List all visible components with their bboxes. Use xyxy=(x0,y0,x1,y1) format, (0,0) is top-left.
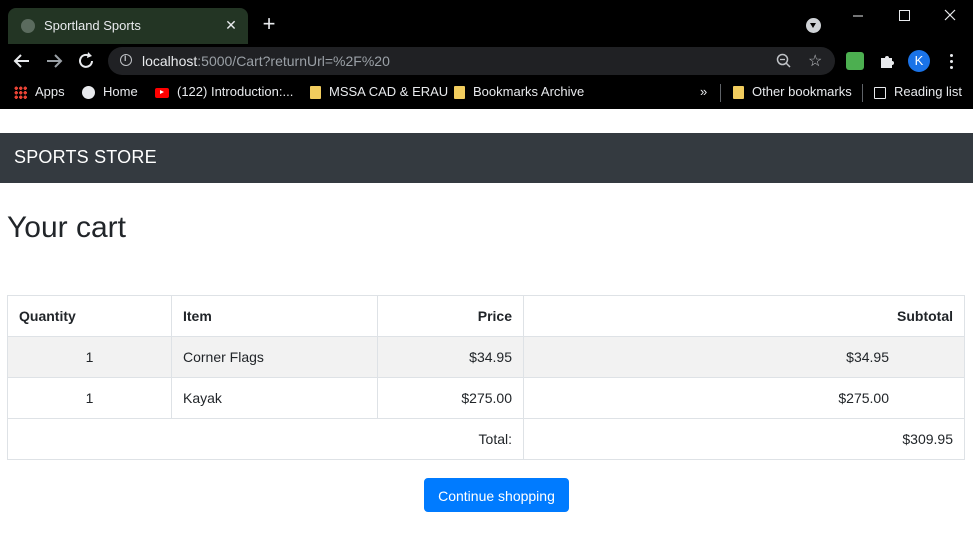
bookmark-label: Apps xyxy=(35,84,65,99)
folder-icon xyxy=(733,86,744,100)
table-row: 1 Corner Flags $34.95 $34.95 xyxy=(7,336,965,378)
new-tab-button[interactable]: + xyxy=(258,13,280,36)
zoom-icon[interactable] xyxy=(776,53,792,74)
browser-menu-icon[interactable] xyxy=(946,52,956,70)
bookmark-label: Bookmarks Archive xyxy=(473,84,585,99)
cell-subtotal: $275.00 xyxy=(523,377,965,419)
cell-quantity: 1 xyxy=(7,336,172,378)
tab-title: Sportland Sports xyxy=(44,18,141,33)
site-info-icon[interactable] xyxy=(120,53,132,66)
maximize-icon xyxy=(899,10,910,21)
minimize-icon xyxy=(853,15,863,17)
window-close-button[interactable] xyxy=(930,4,970,28)
cell-price: $34.95 xyxy=(377,336,524,378)
maximize-button[interactable] xyxy=(884,4,924,28)
tab-search-icon[interactable] xyxy=(806,18,821,33)
total-row: Total: $309.95 xyxy=(7,418,965,460)
extensions-puzzle-icon[interactable] xyxy=(878,52,896,70)
total-label: Total: xyxy=(7,418,524,460)
header-price: Price xyxy=(377,295,524,337)
apps-grid-icon xyxy=(14,86,27,100)
site-brand[interactable]: SPORTS STORE xyxy=(14,147,157,168)
bookmarks-overflow-button[interactable]: » xyxy=(700,84,707,102)
address-bar[interactable]: localhost:5000/Cart?returnUrl=%2F%20 ☆ xyxy=(108,47,835,75)
page-top-spacer xyxy=(0,109,973,133)
url-text[interactable]: localhost:5000/Cart?returnUrl=%2F%20 xyxy=(142,53,390,69)
forward-button[interactable] xyxy=(42,49,66,73)
cell-price: $275.00 xyxy=(377,377,524,419)
bookmark-label: Other bookmarks xyxy=(752,84,852,99)
bookmark-youtube[interactable]: (122) Introduction:... xyxy=(155,84,293,102)
bookmark-star-icon[interactable]: ☆ xyxy=(808,51,822,71)
table-header-row: Quantity Item Price Subtotal xyxy=(7,295,965,337)
reading-list-button[interactable]: Reading list xyxy=(874,84,962,102)
reload-icon xyxy=(79,52,93,68)
folder-icon xyxy=(310,86,321,100)
cell-item: Corner Flags xyxy=(171,336,378,378)
close-icon[interactable]: ✕ xyxy=(222,16,240,34)
header-item: Item xyxy=(171,295,378,337)
arrow-left-icon xyxy=(13,54,29,68)
youtube-icon xyxy=(155,87,169,98)
printer-extension-icon[interactable] xyxy=(846,52,864,70)
url-path: :5000/Cart?returnUrl=%2F%20 xyxy=(197,53,390,69)
reload-button[interactable] xyxy=(74,49,98,73)
continue-shopping-button[interactable]: Continue shopping xyxy=(424,478,569,512)
close-window-icon xyxy=(944,9,956,21)
minimize-button[interactable] xyxy=(838,4,878,28)
url-host: localhost xyxy=(142,53,198,69)
browser-titlebar: Sportland Sports ✕ + xyxy=(0,0,973,44)
bookmarks-bar: Apps Home (122) Introduction:... MSSA CA… xyxy=(0,78,973,109)
profile-avatar[interactable]: K xyxy=(908,50,930,72)
cell-item: Kayak xyxy=(171,377,378,419)
table-row: 1 Kayak $275.00 $275.00 xyxy=(7,377,965,419)
bookmark-label: Home xyxy=(103,84,138,99)
bookmark-divider xyxy=(720,84,721,102)
arrow-right-icon xyxy=(47,54,63,68)
bookmark-home[interactable]: Home xyxy=(82,84,138,102)
site-navbar: SPORTS STORE xyxy=(0,133,973,183)
globe-icon xyxy=(21,19,35,33)
reading-list-icon xyxy=(874,86,886,99)
reading-list-label: Reading list xyxy=(894,84,962,99)
bookmark-label: (122) Introduction:... xyxy=(177,84,294,99)
header-subtotal: Subtotal xyxy=(523,295,965,337)
page-title: Your cart xyxy=(7,211,126,244)
back-button[interactable] xyxy=(10,49,34,73)
cart-table: Quantity Item Price Subtotal 1 Corner Fl… xyxy=(7,295,965,460)
bookmark-folder-archive[interactable]: Bookmarks Archive xyxy=(454,84,584,102)
bookmark-label: MSSA CAD & ERAU xyxy=(329,84,449,99)
cell-quantity: 1 xyxy=(7,377,172,419)
browser-tab[interactable]: Sportland Sports ✕ xyxy=(8,8,248,44)
header-quantity: Quantity xyxy=(7,295,172,337)
cell-subtotal: $34.95 xyxy=(523,336,965,378)
bookmark-apps[interactable]: Apps xyxy=(14,84,65,102)
bookmark-divider xyxy=(862,84,863,102)
folder-icon xyxy=(454,86,465,100)
bookmark-folder-mssa[interactable]: MSSA CAD & ERAU xyxy=(310,84,448,102)
bookmark-other[interactable]: Other bookmarks xyxy=(733,84,852,102)
globe-icon xyxy=(82,86,95,100)
total-value: $309.95 xyxy=(523,418,965,460)
